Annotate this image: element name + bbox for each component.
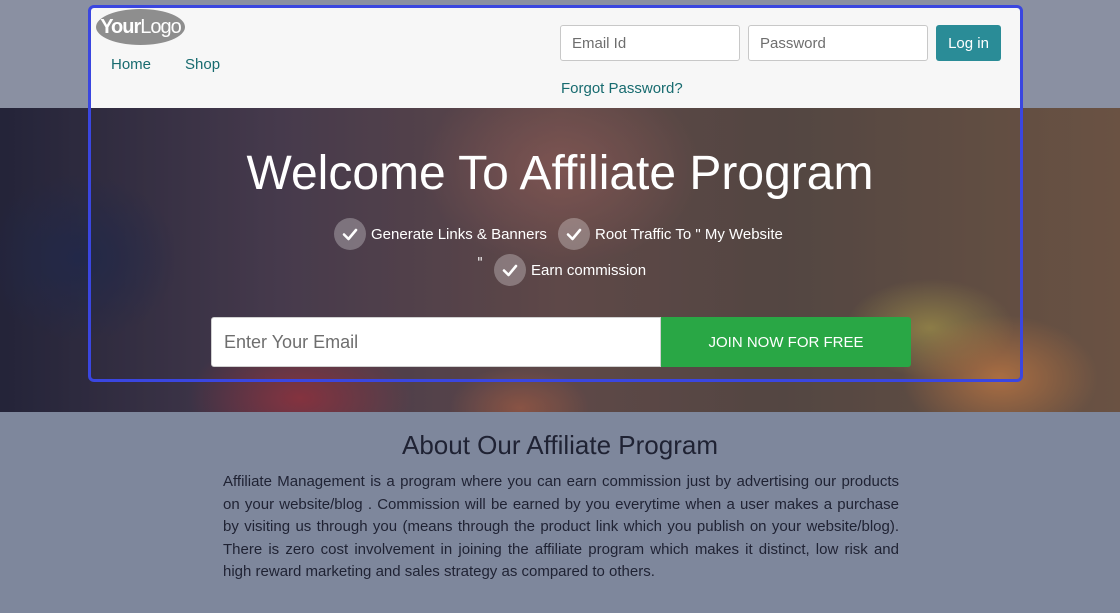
logo-text-light: Logo [140, 15, 181, 38]
signup-email-input[interactable] [211, 317, 661, 367]
feature-item: Root Traffic To " My Website [558, 218, 783, 250]
checkmark-icon [334, 218, 366, 250]
feature-item: Generate Links & Banners [334, 218, 547, 250]
feature-item: Earn commission [494, 254, 646, 286]
hero-title: Welcome To Affiliate Program [246, 147, 874, 200]
about-title: About Our Affiliate Program [401, 430, 718, 460]
forgot-password-link[interactable]: Forgot Password? [561, 80, 683, 97]
feature-label: Generate Links & Banners [371, 225, 547, 243]
about-text: Affiliate Management is a program where … [223, 473, 899, 581]
feature-label: Root Traffic To " My Website [595, 225, 783, 243]
login-email-input[interactable] [560, 25, 740, 61]
checkmark-icon [558, 218, 590, 250]
checkmark-icon [494, 254, 526, 286]
nav-shop-link[interactable]: Shop [185, 56, 220, 73]
join-now-button[interactable]: JOIN NOW FOR FREE [661, 317, 911, 367]
site-logo[interactable]: Your Logo [96, 9, 185, 45]
stray-quote-text: " [477, 256, 483, 271]
logo-text-bold: Your [100, 15, 141, 38]
feature-label: Earn commission [531, 261, 647, 279]
login-password-input[interactable] [748, 25, 928, 61]
login-button[interactable]: Log in [936, 25, 1001, 61]
nav-home-link[interactable]: Home [111, 56, 151, 73]
